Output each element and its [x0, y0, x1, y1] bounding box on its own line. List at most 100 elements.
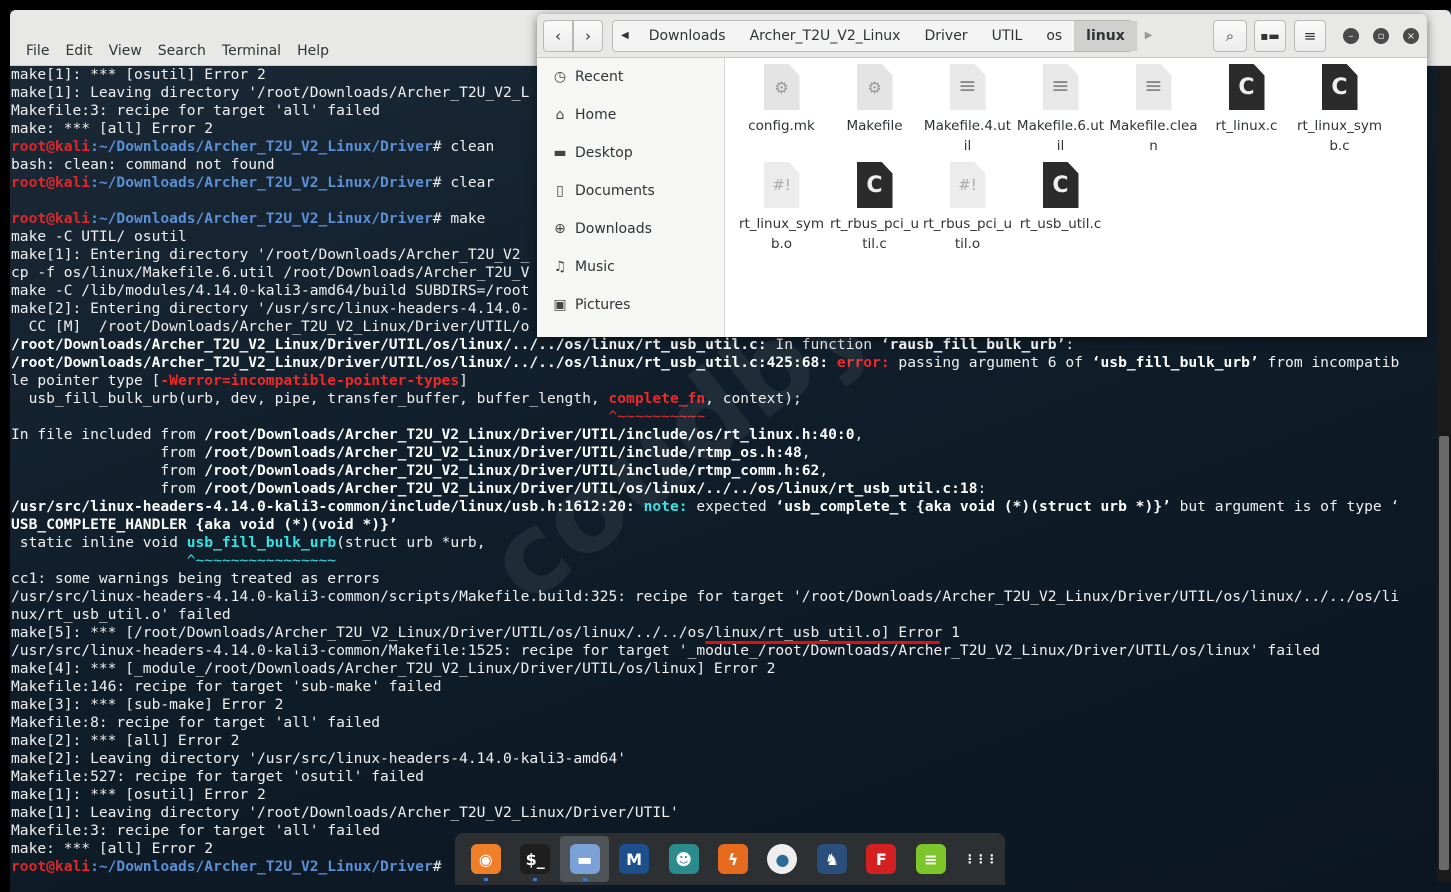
path-segment[interactable]: Archer_T2U_V2_Linux — [738, 21, 913, 51]
terminal-line: cc1: some warnings being treated as erro… — [11, 570, 1436, 588]
menu-view[interactable]: View — [101, 43, 150, 59]
dock-metasploit[interactable]: M — [609, 836, 658, 882]
dock-files[interactable]: ▬ — [559, 836, 610, 882]
terminal-menubar: File Edit View Search Terminal Help — [18, 43, 337, 59]
terminal-text: : — [1065, 336, 1075, 353]
terminal-line: from /root/Downloads/Archer_T2U_V2_Linux… — [11, 462, 1436, 480]
menu-button[interactable]: ≡ — [1294, 20, 1326, 52]
terminal-text: from — [11, 444, 205, 461]
file-item[interactable]: ≡ Makefile.6.util — [1014, 64, 1107, 162]
path-scroll-left[interactable]: ◀ — [613, 21, 637, 51]
terminal-text: expected — [687, 498, 776, 515]
firefox-icon: ◉ — [470, 844, 501, 874]
path-segment[interactable]: Downloads — [637, 21, 738, 51]
red-underline-annotation — [705, 641, 940, 644]
running-indicator — [484, 878, 488, 881]
terminal-line: In file included from /root/Downloads/Ar… — [11, 426, 1436, 444]
file-item[interactable]: ⚙ Makefile — [828, 64, 921, 162]
terminal-text: -Werror=incompatible-pointer-types — [160, 372, 460, 389]
back-button[interactable]: ‹ — [543, 20, 573, 52]
terminal-line: ^~~~~~~~~~~ — [11, 408, 1436, 426]
c-file-icon: C — [1228, 64, 1265, 110]
terminal-text: /root/Downloads/Archer_T2U_V2_Linux/Driv… — [204, 462, 820, 479]
gear-file-icon: ⚙ — [856, 64, 893, 110]
terminal-text: static inline void — [11, 534, 187, 551]
show-apps-icon: ⋮⋮⋮ — [963, 852, 998, 866]
file-item[interactable]: Crt_linux.c — [1200, 64, 1293, 162]
file-item[interactable]: #! rt_linux_symb.o — [735, 162, 828, 260]
desktop-icon: ▬ — [553, 145, 567, 161]
terminal-text: , — [819, 462, 829, 479]
dock-armitage[interactable]: ☻ — [659, 836, 708, 882]
terminal-text: # — [432, 858, 451, 875]
terminal-text: /root/Downloads/Archer_T2U_V2_Linux/Driv… — [11, 354, 829, 371]
file-name: rt_rbus_pci_util.o — [922, 216, 1013, 252]
file-item[interactable]: Crt_linux_symb.c — [1293, 64, 1386, 162]
text-file-icon: ≡ — [1135, 64, 1172, 110]
menu-help[interactable]: Help — [289, 43, 337, 59]
terminal-line: ^~~~~~~~~~~~~~~~~ — [11, 552, 1436, 570]
path-scroll-right[interactable]: ▶ — [1137, 21, 1161, 51]
file-name: Makefile.4.util — [923, 118, 1012, 154]
file-item[interactable]: ⚙ config.mk — [735, 64, 828, 162]
dock-burpsuite[interactable]: ϟ — [708, 836, 757, 882]
terminal-text: In function — [766, 336, 881, 353]
file-item[interactable]: #! rt_rbus_pci_util.o — [921, 162, 1014, 260]
view-toggle-button[interactable]: ▪▬ — [1254, 20, 1286, 52]
path-segment[interactable]: UTIL — [980, 21, 1035, 51]
terminal-text: /root/Downloads/Archer_T2U_V2_Linux/Driv… — [204, 444, 802, 461]
minimize-button[interactable]: – — [1343, 28, 1359, 44]
dock-faraday[interactable]: F — [857, 836, 906, 882]
terminal-line: /usr/src/linux-headers-4.14.0-kali3-comm… — [11, 498, 1436, 516]
file-item[interactable]: ≡ Makefile.clean — [1107, 64, 1200, 162]
terminal-text: :~/Downloads/Archer_T2U_V2_Linux/Driver — [90, 858, 433, 875]
terminal-text: nux/rt_usb_util.o' failed — [11, 606, 231, 623]
file-name: rt_linux.c — [1215, 118, 1278, 134]
sidebar-item-pictures[interactable]: ▣ Pictures — [537, 286, 724, 324]
menu-file[interactable]: File — [18, 43, 57, 59]
sidebar-item-music[interactable]: ♫ Music — [537, 248, 724, 286]
sidebar-item-desktop[interactable]: ▬ Desktop — [537, 134, 724, 172]
forward-button[interactable]: › — [573, 20, 603, 52]
file-item[interactable]: ≡ Makefile.4.util — [921, 64, 1014, 162]
download-icon: ⊕ — [554, 221, 566, 237]
terminal-text: complete_fn — [608, 390, 706, 407]
file-item[interactable]: Crt_rbus_pci_util.c — [828, 162, 921, 260]
c-file-icon: C — [1321, 64, 1358, 110]
terminal-icon: $_ — [520, 844, 551, 874]
file-item[interactable]: Crt_usb_util.c — [1014, 162, 1107, 260]
menu-terminal[interactable]: Terminal — [214, 43, 289, 59]
sidebar-item-recent[interactable]: ◷ Recent — [537, 58, 724, 96]
path-segment[interactable]: os — [1034, 21, 1074, 51]
sidebar-item-label: Home — [575, 107, 617, 123]
file-manager-header: ‹ › ◀ Downloads Archer_T2U_V2_Linux Driver… — [537, 14, 1427, 58]
terminal-text: :~/Downloads/Archer_T2U_V2_Linux/Driver — [90, 174, 433, 191]
menu-search[interactable]: Search — [150, 43, 214, 59]
maximize-button[interactable]: ▫ — [1373, 28, 1389, 44]
terminal-scrollbar[interactable] — [1437, 66, 1451, 882]
terminal-line: usb_fill_bulk_urb(urb, dev, pipe, transf… — [11, 390, 1436, 408]
dock-maltego[interactable]: ● — [758, 836, 807, 882]
menu-edit[interactable]: Edit — [57, 43, 100, 59]
sidebar-item-home[interactable]: ⌂ Home — [537, 96, 724, 134]
dock-terminal[interactable]: $_ — [510, 836, 559, 882]
terminal-text: root@kali — [11, 138, 91, 155]
sidebar-item-downloads[interactable]: ⊕ Downloads — [537, 210, 724, 248]
sidebar: ◷ Recent ⌂ Home ▬ Desktop ▯ Documents ⊕ Downloads… — [537, 58, 725, 337]
dock-notes[interactable]: ≡ — [906, 836, 955, 882]
search-button[interactable]: ⌕ — [1213, 20, 1247, 52]
dock-beef[interactable]: ♞ — [807, 836, 856, 882]
sidebar-item-documents[interactable]: ▯ Documents — [537, 172, 724, 210]
list-view-icon: ▪▬ — [1260, 29, 1280, 43]
file-manager-window[interactable]: ‹ › ◀ Downloads Archer_T2U_V2_Linux Driver… — [537, 14, 1427, 337]
terminal-text: make: *** [all] Error 2 — [11, 120, 214, 137]
terminal-text: ‘usb_complete_t {aka void (*)(struct urb… — [775, 498, 1171, 515]
close-button[interactable]: × — [1403, 28, 1419, 44]
path-segment[interactable]: linux — [1074, 21, 1137, 51]
dock-firefox[interactable]: ◉ — [461, 836, 510, 882]
dock-show-apps[interactable]: ⋮⋮⋮ — [956, 836, 1005, 882]
scroll-thumb[interactable] — [1439, 436, 1449, 870]
terminal-text: from — [11, 462, 205, 479]
path-segment[interactable]: Driver — [912, 21, 979, 51]
terminal-text: make[2]: Entering directory '/usr/src/li… — [11, 300, 530, 317]
